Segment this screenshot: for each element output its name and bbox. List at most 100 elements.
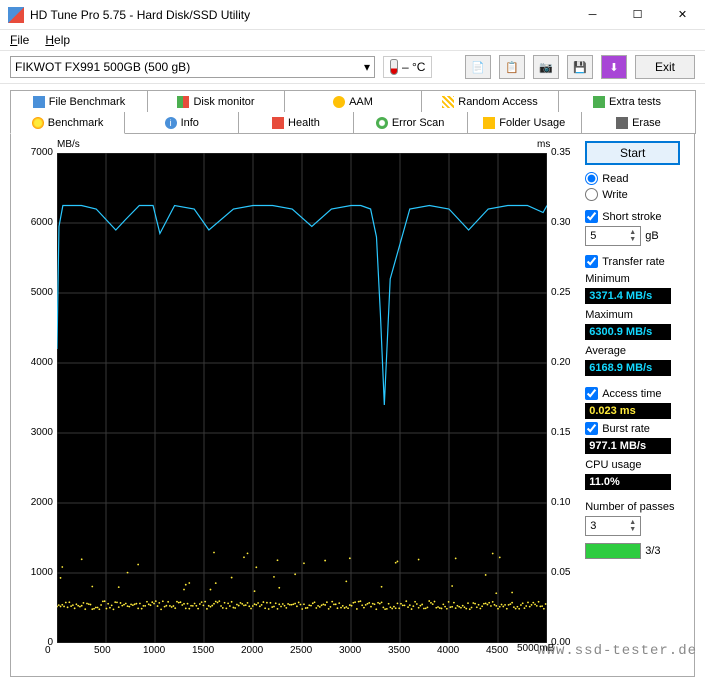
passes-label: Number of passes <box>585 501 686 513</box>
access-time-value: 0.023 ms <box>585 403 671 419</box>
cpu-usage-value: 11.0% <box>585 474 671 490</box>
minimum-value: 3371.4 MB/s <box>585 288 671 304</box>
y-left-tick: 6000 <box>19 217 53 228</box>
transfer-rate-label: Transfer rate <box>602 256 665 268</box>
watermark: www.ssd-tester.de <box>537 643 697 659</box>
title-bar: HD Tune Pro 5.75 - Hard Disk/SSD Utility… <box>0 0 705 30</box>
tab-erase[interactable]: Erase <box>581 112 696 134</box>
file-benchmark-icon <box>33 96 45 108</box>
copy-button[interactable]: 📄 <box>465 55 491 79</box>
average-label: Average <box>585 345 686 357</box>
x-tick: 1000 <box>143 645 165 656</box>
y-left-tick: 5000 <box>19 287 53 298</box>
info-icon: i <box>165 117 177 129</box>
x-tick: 2500 <box>290 645 312 656</box>
x-tick: 500 <box>94 645 111 656</box>
y-left-unit: MB/s <box>57 139 80 150</box>
y-right-unit: ms <box>537 139 550 150</box>
y-left-tick: 2000 <box>19 497 53 508</box>
short-stroke-spinner[interactable]: 5▲▼ <box>585 226 641 246</box>
access-time-check[interactable] <box>585 387 598 400</box>
drive-select[interactable]: FIKWOT FX991 500GB (500 gB) ▾ <box>10 56 375 78</box>
maximum-label: Maximum <box>585 309 686 321</box>
extra-tests-icon <box>593 96 605 108</box>
passes-spinner[interactable]: 3▲▼ <box>585 516 641 536</box>
save-button[interactable]: 💾 <box>567 55 593 79</box>
burst-rate-check[interactable] <box>585 422 598 435</box>
passes-progress-text: 3/3 <box>645 545 660 557</box>
window-controls: ─ ☐ ✕ <box>570 0 705 30</box>
y-right-tick: 0.25 <box>551 287 570 298</box>
window-title: HD Tune Pro 5.75 - Hard Disk/SSD Utility <box>30 8 570 22</box>
menu-bar: File Help <box>0 30 705 50</box>
folder-usage-icon <box>483 117 495 129</box>
tab-health[interactable]: Health <box>238 112 353 134</box>
tab-aam[interactable]: AAM <box>284 90 422 112</box>
toolbar: FIKWOT FX991 500GB (500 gB) ▾ – °C 📄 📋 📷… <box>0 50 705 84</box>
transfer-rate-check[interactable] <box>585 255 598 268</box>
y-right-tick: 0.10 <box>551 497 570 508</box>
dropdown-icon: ▾ <box>364 60 370 74</box>
x-tick: 4000 <box>437 645 459 656</box>
minimize-button[interactable]: ─ <box>570 0 615 30</box>
y-left-tick: 3000 <box>19 427 53 438</box>
thermometer-icon <box>390 59 398 75</box>
tab-container: File Benchmark Disk monitor AAM Random A… <box>0 84 705 677</box>
tab-benchmark[interactable]: Benchmark <box>10 112 125 134</box>
exit-button[interactable]: Exit <box>635 55 695 79</box>
y-right-tick: 0.05 <box>551 567 570 578</box>
tab-error-scan[interactable]: Error Scan <box>353 112 468 134</box>
spinner-arrows-icon[interactable]: ▲▼ <box>629 519 636 533</box>
tab-row-bottom: Benchmark iInfo Health Error Scan Folder… <box>10 112 695 134</box>
maximum-value: 6300.9 MB/s <box>585 324 671 340</box>
burst-rate-label: Burst rate <box>602 423 650 435</box>
temperature-display: – °C <box>383 56 432 78</box>
read-radio[interactable] <box>585 172 598 185</box>
chart-svg <box>57 153 547 643</box>
close-button[interactable]: ✕ <box>660 0 705 30</box>
x-tick: 1500 <box>192 645 214 656</box>
x-tick: 3000 <box>339 645 361 656</box>
tab-info[interactable]: iInfo <box>124 112 239 134</box>
write-radio[interactable] <box>585 188 598 201</box>
write-label: Write <box>602 189 627 201</box>
y-left-tick: 1000 <box>19 567 53 578</box>
aam-icon <box>333 96 345 108</box>
x-tick: 2000 <box>241 645 263 656</box>
minimum-label: Minimum <box>585 273 686 285</box>
temperature-value: – °C <box>402 60 425 74</box>
benchmark-icon <box>32 117 44 129</box>
tab-extra-tests[interactable]: Extra tests <box>558 90 696 112</box>
options-button[interactable]: ⬇ <box>601 55 627 79</box>
copy-info-button[interactable]: 📋 <box>499 55 525 79</box>
spinner-arrows-icon[interactable]: ▲▼ <box>629 229 636 243</box>
y-left-tick: 4000 <box>19 357 53 368</box>
read-label: Read <box>602 173 628 185</box>
menu-help[interactable]: Help <box>45 33 70 47</box>
x-tick: 3500 <box>388 645 410 656</box>
x-tick: 0 <box>45 645 51 656</box>
menu-file[interactable]: File <box>10 33 29 47</box>
tab-random-access[interactable]: Random Access <box>421 90 559 112</box>
tab-file-benchmark[interactable]: File Benchmark <box>10 90 148 112</box>
benchmark-chart: MB/s ms 5000mB 0100020003000400050006000… <box>19 141 577 661</box>
y-right-tick: 0.30 <box>551 217 570 228</box>
health-icon <box>272 117 284 129</box>
tab-folder-usage[interactable]: Folder Usage <box>467 112 582 134</box>
burst-rate-value: 977.1 MB/s <box>585 438 671 454</box>
maximize-button[interactable]: ☐ <box>615 0 660 30</box>
disk-monitor-icon <box>177 96 189 108</box>
y-left-tick: 7000 <box>19 147 53 158</box>
app-icon <box>8 7 24 23</box>
short-stroke-check[interactable] <box>585 210 598 223</box>
tab-disk-monitor[interactable]: Disk monitor <box>147 90 285 112</box>
side-panel: Start Read Write Short stroke 5▲▼ gB Tra… <box>577 141 686 668</box>
screenshot-button[interactable]: 📷 <box>533 55 559 79</box>
access-time-label: Access time <box>602 388 661 400</box>
short-stroke-label: Short stroke <box>602 211 661 223</box>
start-button[interactable]: Start <box>585 141 680 165</box>
y-right-tick: 0.15 <box>551 427 570 438</box>
y-right-tick: 0.35 <box>551 147 570 158</box>
tab-content: MB/s ms 5000mB 0100020003000400050006000… <box>10 133 695 677</box>
error-scan-icon <box>376 117 388 129</box>
